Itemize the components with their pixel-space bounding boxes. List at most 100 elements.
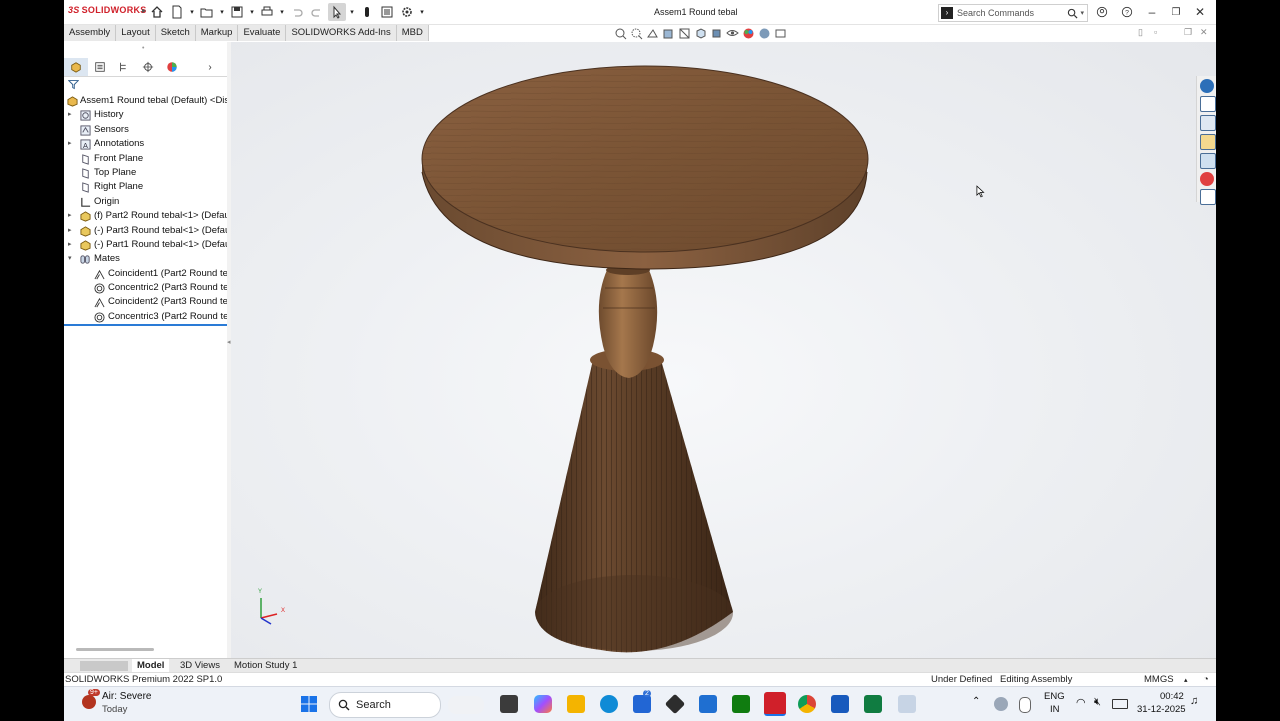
view-palette-icon[interactable] (1200, 153, 1216, 169)
restore-button[interactable]: ❐ (1164, 0, 1188, 24)
appearances-icon[interactable] (1200, 172, 1214, 186)
search-icon[interactable] (1067, 8, 1078, 19)
help-icon[interactable]: ? (1115, 0, 1139, 24)
tree-item-mates[interactable]: ▾ Mates (64, 252, 227, 266)
home-pane-icon[interactable] (1200, 96, 1216, 112)
menu-expand-arrow[interactable]: ▸ (142, 6, 146, 15)
microsoft-store-icon[interactable]: 2 (633, 690, 651, 713)
tab-mbd[interactable]: MBD (396, 25, 429, 41)
speaker-muted-icon[interactable]: 🔇︎ (1094, 696, 1101, 709)
save-icon[interactable] (228, 3, 246, 21)
task-view-icon[interactable] (500, 695, 518, 713)
units-dropdown-icon[interactable]: ▴ (1184, 675, 1188, 686)
onedrive-icon[interactable] (994, 697, 1008, 711)
file-properties-icon[interactable] (378, 3, 396, 21)
search-dropdown-icon[interactable]: ▾ (1080, 9, 1084, 17)
expand-arrow-icon[interactable]: ▸ (68, 224, 76, 238)
apply-scene-icon[interactable] (758, 27, 771, 40)
clock-time[interactable]: 00:42 (1160, 691, 1184, 702)
previous-view-icon[interactable] (646, 27, 659, 40)
dynamic-annotation-icon[interactable] (678, 27, 691, 40)
tree-item-front-plane[interactable]: Front Plane (64, 152, 227, 166)
feature-tree-tab-icon[interactable] (64, 58, 88, 76)
user-account-icon[interactable] (1090, 0, 1114, 24)
tab-evaluate[interactable]: Evaluate (238, 25, 287, 41)
collapse-arrow-icon[interactable]: ▾ (68, 252, 76, 266)
graphics-area[interactable]: Y X (231, 42, 1216, 658)
panel-grip-icon[interactable]: • (142, 45, 144, 52)
start-button[interactable] (300, 695, 318, 713)
print-dropdown-icon[interactable]: ▾ (278, 3, 286, 21)
expand-arrow-icon[interactable]: ▸ (68, 137, 76, 151)
file-explorer-icon[interactable] (1200, 134, 1216, 150)
wifi-icon[interactable]: ◠ (1076, 696, 1086, 709)
edge-browser-icon[interactable] (600, 695, 618, 713)
tree-item-sensors[interactable]: Sensors (64, 123, 227, 137)
doc-tile-icon[interactable]: ▯ (1138, 27, 1143, 38)
solidworks-logo[interactable]: 3S SOLIDWORKS (68, 5, 147, 15)
tab-layout[interactable]: Layout (116, 25, 156, 41)
language-secondary[interactable]: IN (1050, 704, 1060, 715)
options-gear-icon[interactable] (398, 3, 416, 21)
solidworks-resources-icon[interactable] (1200, 79, 1214, 93)
tree-item-part3[interactable]: ▸ (-) Part3 Round tebal<1> (Defaul (64, 224, 227, 238)
solidworks-taskbar-icon[interactable] (764, 692, 786, 716)
tab-scroll-arrows[interactable] (80, 661, 128, 671)
options-dropdown-icon[interactable]: ▾ (418, 3, 426, 21)
file-explorer-icon[interactable] (567, 695, 585, 713)
tree-root-assembly[interactable]: Assem1 Round tebal (Default) <Disp (64, 94, 227, 108)
tab-3d-views[interactable]: 3D Views (175, 659, 225, 673)
battery-icon[interactable] (1112, 699, 1128, 709)
open-dropdown-icon[interactable]: ▾ (218, 3, 226, 21)
dark-app-icon[interactable] (664, 693, 686, 715)
home-icon[interactable] (148, 3, 166, 21)
tab-motion-study-1[interactable]: Motion Study 1 (229, 659, 302, 673)
tree-item-right-plane[interactable]: Right Plane (64, 180, 227, 194)
tab-sketch[interactable]: Sketch (155, 25, 196, 41)
unit-system[interactable]: MMGS (1144, 674, 1174, 686)
tree-item-origin[interactable]: Origin (64, 195, 227, 209)
new-dropdown-icon[interactable]: ▾ (188, 3, 196, 21)
tab-assembly[interactable]: Assembly (64, 25, 117, 41)
filter-icon[interactable] (67, 79, 80, 93)
doc-restore-icon[interactable]: ❐ (1184, 27, 1192, 38)
zoom-to-area-icon[interactable] (630, 27, 643, 40)
minimize-button[interactable]: – (1140, 0, 1164, 24)
clock-date[interactable]: 31-12-2025 (1137, 704, 1186, 715)
language-primary[interactable]: ENG (1044, 691, 1065, 702)
hide-show-items-icon[interactable] (726, 27, 739, 40)
word-icon[interactable] (831, 695, 849, 713)
open-folder-icon[interactable] (198, 3, 216, 21)
tree-item-history[interactable]: ▸ History (64, 108, 227, 122)
zoom-to-fit-icon[interactable] (614, 27, 627, 40)
doc-minimize-icon[interactable]: ▫ (1154, 27, 1157, 37)
search-commands-input[interactable]: › Search Commands ▾ (938, 4, 1088, 22)
tree-item-coincident2[interactable]: Coincident2 (Part3 Round teba (64, 295, 227, 309)
tab-model[interactable]: Model (132, 659, 170, 673)
traffic-light-icon[interactable] (358, 3, 376, 21)
vs-code-icon[interactable] (699, 695, 717, 713)
tree-item-annotations[interactable]: ▸ A Annotations (64, 137, 227, 151)
close-button[interactable]: ✕ (1188, 0, 1212, 24)
tree-item-concentric3[interactable]: Concentric3 (Part2 Round teba (64, 310, 227, 324)
tray-overflow-chevron-icon[interactable]: ⌃ (972, 696, 980, 707)
doc-close-icon[interactable]: ✕ (1200, 27, 1208, 38)
display-manager-tab-icon[interactable] (160, 58, 184, 76)
custom-properties-icon[interactable] (1200, 189, 1216, 205)
tree-item-coincident1[interactable]: Coincident1 (Part2 Round teba (64, 267, 227, 281)
tab-markup[interactable]: Markup (195, 25, 239, 41)
section-view-icon[interactable] (662, 27, 675, 40)
table-model[interactable] (231, 42, 1216, 658)
tree-item-concentric2[interactable]: Concentric2 (Part3 Round teba (64, 281, 227, 295)
edit-appearance-icon[interactable] (742, 27, 755, 40)
property-manager-tab-icon[interactable] (88, 58, 112, 76)
xbox-icon[interactable] (732, 695, 750, 713)
expand-arrow-icon[interactable]: ▸ (68, 209, 76, 223)
save-dropdown-icon[interactable]: ▾ (248, 3, 256, 21)
redo-icon[interactable] (308, 3, 326, 21)
print-icon[interactable] (258, 3, 276, 21)
tree-item-top-plane[interactable]: Top Plane (64, 166, 227, 180)
tree-item-part2[interactable]: ▸ (f) Part2 Round tebal<1> (Defaul (64, 209, 227, 223)
status-info-icon[interactable]: ◔ (1203, 674, 1209, 686)
excel-icon[interactable] (864, 695, 882, 713)
